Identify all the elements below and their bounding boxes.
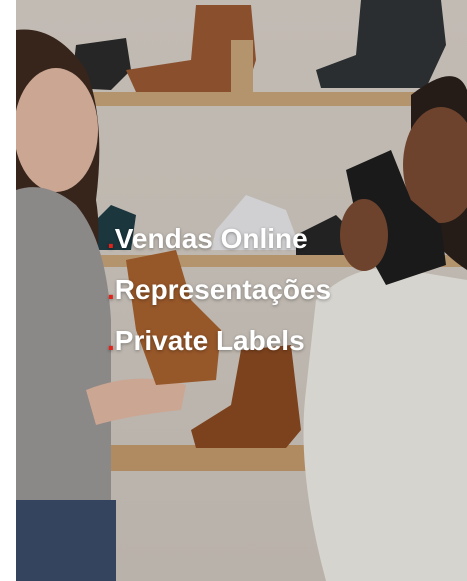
service-label: Vendas Online (114, 223, 308, 254)
services-list: .Vendas Online .Representações .Private … (107, 222, 331, 375)
service-item-vendas-online: .Vendas Online (107, 222, 331, 256)
service-label: Private Labels (114, 325, 305, 356)
hero-banner: .Vendas Online .Representações .Private … (16, 0, 467, 581)
service-label: Representações (114, 274, 332, 305)
service-item-private-labels: .Private Labels (107, 324, 331, 358)
bullet-dot: . (107, 274, 115, 305)
bullet-dot: . (107, 325, 115, 356)
service-item-representacoes: .Representações (107, 273, 331, 307)
bullet-dot: . (107, 223, 115, 254)
